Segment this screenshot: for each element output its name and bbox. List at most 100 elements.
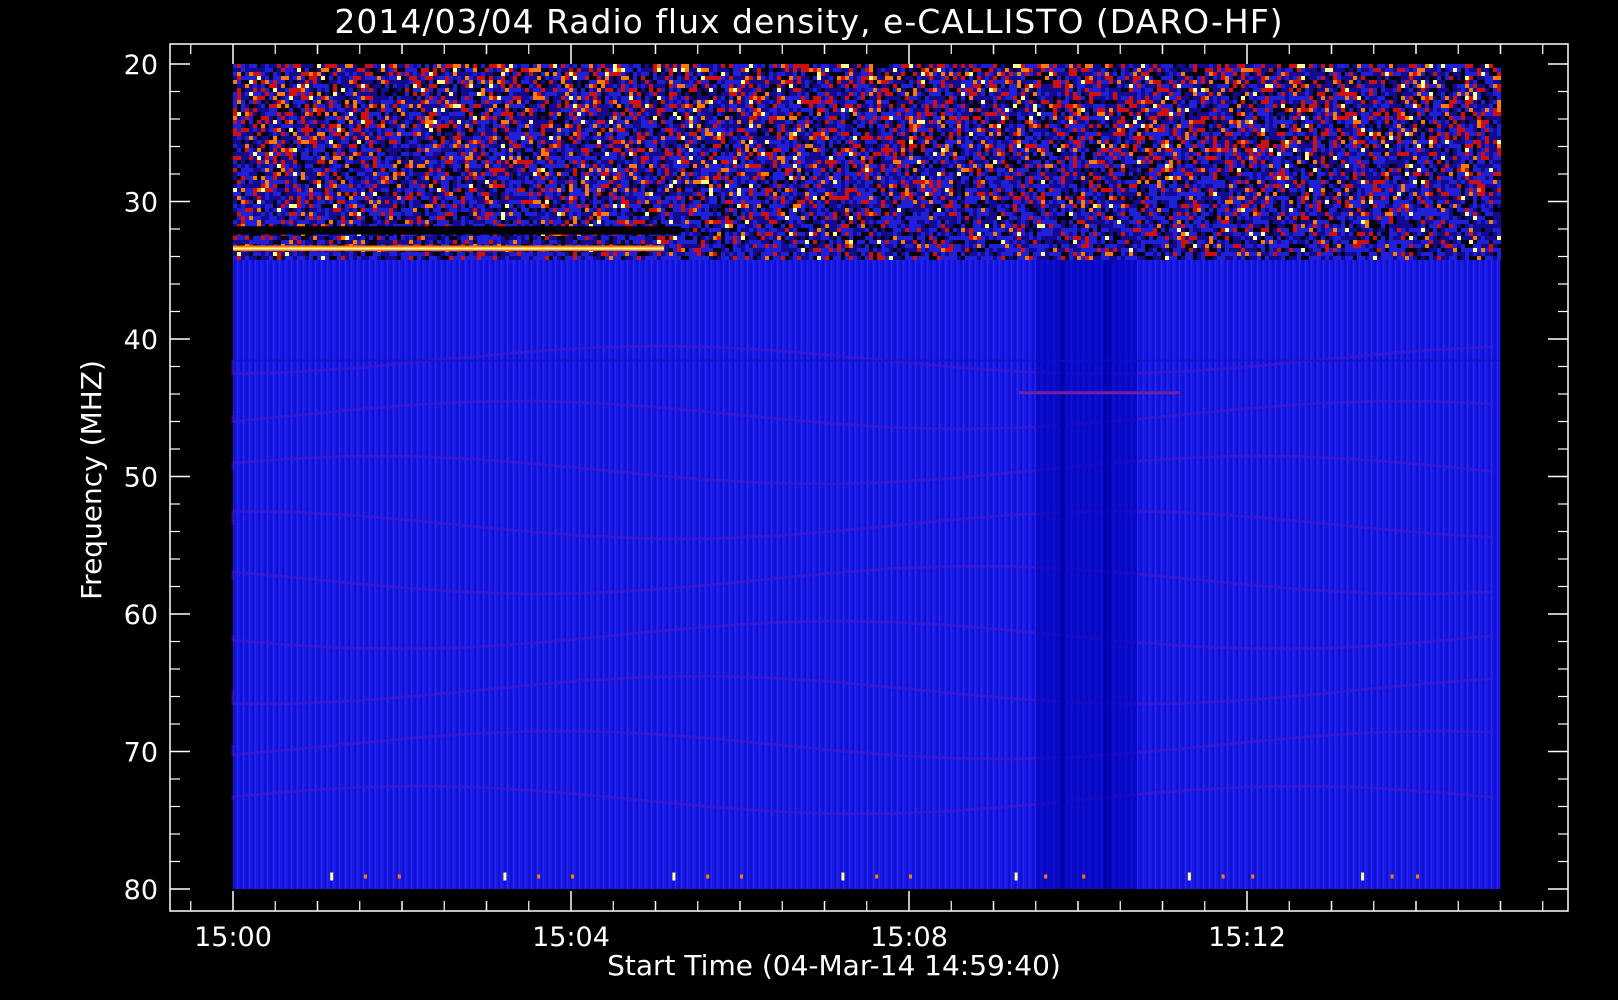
heatmap-cell (1473, 104, 1477, 108)
heatmap-cell (1017, 76, 1021, 80)
heatmap-cell (809, 112, 813, 116)
heatmap-cell (685, 124, 689, 128)
heatmap-cell (1141, 108, 1145, 112)
heatmap-cell (677, 104, 681, 108)
heatmap-cell (1181, 88, 1185, 92)
heatmap-cell (633, 112, 637, 116)
heatmap-cell (1241, 120, 1245, 124)
heatmap-cell (673, 124, 677, 128)
heatmap-cell (913, 92, 917, 96)
heatmap-cell (493, 96, 497, 100)
heatmap-cell (833, 68, 837, 72)
heatmap-cell (493, 108, 497, 112)
heatmap-cell (421, 116, 425, 120)
heatmap-cell (1473, 96, 1477, 100)
heatmap-cell (1253, 76, 1257, 80)
heatmap-cell (977, 112, 981, 116)
heatmap-cell (693, 112, 697, 116)
heatmap-cell (729, 72, 733, 76)
heatmap-cell (429, 92, 433, 96)
heatmap-cell (753, 96, 757, 100)
heatmap-cell (601, 96, 605, 100)
heatmap-cell (313, 104, 317, 108)
heatmap-cell (1141, 88, 1145, 92)
heatmap-cell (289, 100, 293, 104)
heatmap-cell (509, 72, 513, 76)
heatmap-cell (1149, 76, 1153, 80)
heatmap-cell (1073, 120, 1077, 124)
heatmap-cell (1245, 116, 1249, 120)
heatmap-cell (849, 96, 853, 100)
heatmap-cell (1433, 104, 1437, 108)
heatmap-cell (517, 92, 521, 96)
heatmap-cell (645, 100, 649, 104)
heatmap-cell (1129, 108, 1133, 112)
heatmap-cell (421, 124, 425, 128)
heatmap-cell (689, 96, 693, 100)
heatmap-cell (301, 88, 305, 92)
heatmap-cell (429, 72, 433, 76)
heatmap-cell (261, 120, 265, 124)
heatmap-cell (1397, 100, 1401, 104)
heatmap-cell (941, 68, 945, 72)
heatmap-cell (1481, 120, 1485, 124)
heatmap-cell (661, 100, 665, 104)
heatmap-cell (729, 68, 733, 72)
heatmap-cell (1041, 120, 1045, 124)
heatmap-cell (589, 88, 593, 92)
heatmap-cell (617, 116, 621, 120)
heatmap-cell (425, 76, 429, 80)
heatmap-cell (645, 72, 649, 76)
heatmap-cell (645, 116, 649, 120)
heatmap-cell (1217, 108, 1221, 112)
heatmap-cell (1093, 76, 1097, 80)
heatmap-cell (713, 108, 717, 112)
heatmap-cell (385, 100, 389, 104)
heatmap-cell (905, 64, 909, 68)
heatmap-cell (689, 68, 693, 72)
heatmap-cell (501, 112, 505, 116)
heatmap-cell (1249, 76, 1253, 80)
heatmap-cell (917, 76, 921, 80)
heatmap-cell (737, 80, 741, 84)
heatmap-cell (745, 108, 749, 112)
heatmap-cell (741, 92, 745, 96)
heatmap-cell (989, 100, 993, 104)
heatmap-cell (1161, 84, 1165, 88)
heatmap-cell (1329, 100, 1333, 104)
heatmap-cell (865, 68, 869, 72)
heatmap-cell (721, 88, 725, 92)
heatmap-cell (949, 104, 953, 108)
heatmap-cell (885, 92, 889, 96)
heatmap-cell (541, 80, 545, 84)
heatmap-cell (645, 112, 649, 116)
heatmap-cell (805, 84, 809, 88)
heatmap-cell (921, 80, 925, 84)
heatmap-cell (1457, 116, 1461, 120)
heatmap-cell (989, 124, 993, 128)
heatmap-cell (1045, 100, 1049, 104)
heatmap-cell (489, 120, 493, 124)
heatmap-cell (1209, 108, 1213, 112)
heatmap-cell (693, 108, 697, 112)
heatmap-cell (1177, 100, 1181, 104)
heatmap-cell (1349, 80, 1353, 84)
heatmap-cell (677, 76, 681, 80)
heatmap-cell (537, 88, 541, 92)
heatmap-cell (1033, 116, 1037, 120)
heatmap-cell (1021, 124, 1025, 128)
heatmap-cell (457, 124, 461, 128)
heatmap-cell (1437, 108, 1441, 112)
heatmap-cell (1209, 80, 1213, 84)
heatmap-cell (837, 100, 841, 104)
heatmap-cell (501, 92, 505, 96)
heatmap-cell (257, 88, 261, 92)
heatmap-cell (1185, 108, 1189, 112)
heatmap-cell (1209, 96, 1213, 100)
heatmap-cell (509, 100, 513, 104)
heatmap-cell (397, 120, 401, 124)
heatmap-cell (653, 92, 657, 96)
heatmap-cell (1129, 124, 1133, 128)
heatmap-cell (377, 120, 381, 124)
heatmap-cell (1121, 108, 1125, 112)
